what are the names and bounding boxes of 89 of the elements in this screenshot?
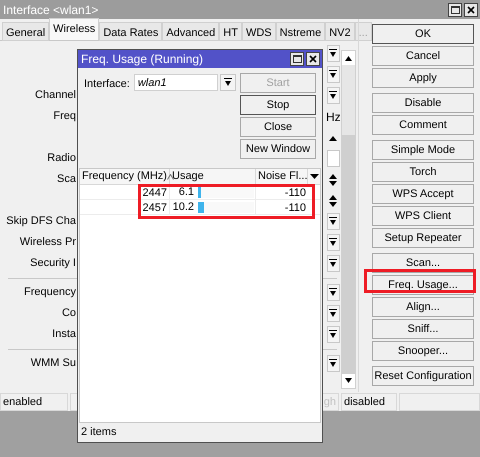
interface-field[interactable]: wlan1 (134, 74, 218, 91)
field-label: Insta (52, 328, 76, 340)
action-button[interactable]: WPS Client (372, 206, 474, 226)
dropdown-button[interactable] (326, 87, 340, 104)
action-button[interactable]: Cancel (372, 46, 474, 66)
down-arrow-icon (310, 174, 318, 179)
close-icon (309, 55, 317, 63)
down-arrow-icon (329, 259, 337, 268)
dropdown-button[interactable] (326, 255, 340, 272)
dropdown-button[interactable] (326, 326, 340, 343)
spin-arrows-icon[interactable] (328, 194, 338, 208)
column-header[interactable]: Frequency (MHz) (80, 169, 170, 184)
table-cell-text: 6.1 (178, 184, 194, 200)
action-button[interactable]: Snooper... (372, 341, 474, 362)
action-button[interactable]: Reset Configuration (372, 366, 474, 386)
field-label: WMM Su (30, 357, 76, 370)
tab[interactable]: WDS (242, 22, 276, 41)
window-title: Interface <wlan1> (3, 2, 100, 18)
tab[interactable]: Nstreme (276, 22, 326, 41)
tab[interactable]: Data Rates (99, 22, 162, 41)
field-label: Freq (53, 110, 76, 122)
dialog-button[interactable]: Close (240, 117, 316, 137)
close-button[interactable] (464, 2, 478, 16)
field-label: Co (62, 307, 76, 320)
status-text: disabled (344, 396, 385, 408)
field-label: Radio (47, 152, 76, 164)
action-button[interactable]: Sniff... (372, 319, 474, 340)
down-arrow-icon (329, 217, 337, 226)
down-arrow-icon (329, 288, 337, 297)
table-cell: -110 (284, 187, 306, 199)
down-arrow-icon (329, 238, 337, 247)
down-arrow-icon (329, 309, 337, 318)
action-button[interactable]: Torch (372, 162, 474, 182)
action-button[interactable]: Simple Mode (372, 140, 474, 160)
spin-arrows-icon[interactable] (328, 172, 338, 186)
field-label: Sca (57, 173, 76, 186)
down-arrow-icon (329, 91, 337, 100)
tab[interactable]: General (2, 22, 50, 41)
field-label: Security I (30, 257, 76, 270)
tab[interactable]: NV2 (325, 22, 355, 41)
field-label: Frequency (24, 286, 76, 298)
dialog-button[interactable]: Stop (240, 95, 316, 115)
field-label: Wireless Pr (20, 236, 76, 248)
column-header[interactable]: Noise Fl... (256, 169, 308, 184)
up-arrow-icon[interactable] (328, 134, 338, 140)
action-button[interactable]: WPS Accept (372, 184, 474, 204)
column-header[interactable]: Usage (170, 169, 256, 184)
dropdown-button[interactable] (326, 66, 340, 83)
item-count: 2 items (81, 425, 116, 440)
unit-label: Hz (326, 108, 340, 126)
down-arrow-icon (329, 330, 337, 339)
interface-label: Interface: (84, 77, 130, 92)
field-label: Skip DFS Cha (6, 215, 76, 228)
maximize-button[interactable] (290, 52, 304, 66)
dropdown-button[interactable] (326, 213, 340, 230)
maximize-button[interactable] (448, 2, 462, 16)
action-button[interactable]: Comment (372, 115, 474, 136)
dialog-button[interactable]: New Window (240, 139, 316, 159)
dropdown-button[interactable] (326, 234, 340, 251)
down-arrow-icon (329, 359, 337, 368)
scrollbar[interactable] (341, 50, 356, 389)
table-cell: 2457 (142, 202, 167, 214)
field-label: Channel (35, 89, 76, 102)
down-arrow-icon[interactable] (345, 378, 352, 384)
table-cell: -110 (284, 202, 306, 214)
action-button[interactable]: Disable (372, 93, 474, 114)
dialog-title: Freq. Usage (Running) (81, 51, 204, 68)
tab[interactable]: Wireless (49, 18, 100, 40)
table-cell-text: 10.2 (172, 200, 194, 215)
tab[interactable]: HT (219, 22, 242, 41)
down-arrow-icon (329, 49, 337, 58)
down-arrow-icon (329, 70, 337, 79)
dropdown-button[interactable] (220, 74, 236, 91)
down-arrow-icon (224, 78, 232, 87)
action-button[interactable]: OK (372, 24, 474, 44)
tab[interactable]: Advanced (162, 22, 220, 41)
text-field[interactable] (326, 150, 340, 167)
dropdown-button[interactable] (326, 45, 340, 62)
action-button[interactable]: Apply (372, 68, 474, 88)
up-arrow-icon[interactable] (345, 55, 352, 61)
status-text: enabled (3, 396, 42, 408)
close-button[interactable] (306, 52, 320, 66)
table-cell: 2447 (142, 187, 167, 199)
dropdown-button[interactable] (326, 284, 340, 301)
dropdown-button[interactable] (326, 305, 340, 322)
action-button[interactable]: Align... (372, 297, 474, 318)
dropdown-button[interactable] (326, 355, 340, 372)
close-icon (467, 6, 475, 14)
action-button[interactable]: Setup Repeater (372, 228, 474, 248)
